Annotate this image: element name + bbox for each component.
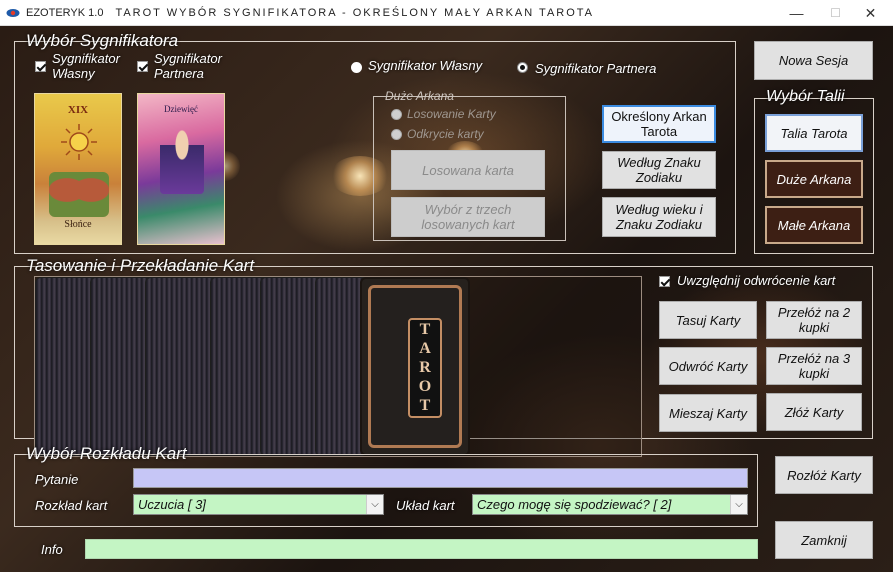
layout-select[interactable]: Czego mogę się spodziewać? [ 2] ⌵	[472, 494, 748, 515]
spread-label: Rozkład kart	[35, 498, 108, 513]
chevron-down-icon[interactable]: ⌵	[730, 495, 747, 514]
by-age-and-zodiac-button[interactable]: Według wieku i Znaku Zodiaku	[602, 197, 716, 237]
card-artwork	[49, 172, 109, 217]
significator-group-title: Wybór Sygnifikatora	[26, 31, 179, 50]
specific-minor-arcana-button[interactable]: Określony Arkan Tarota	[602, 105, 716, 143]
close-window-button[interactable]: ✕	[848, 0, 893, 26]
app-version: EZOTERYK 1.0	[26, 6, 104, 19]
random-card-button[interactable]: Losowana karta	[391, 150, 545, 190]
card-caption: Dziewięć	[164, 104, 198, 114]
tarot-deck-button[interactable]: Talia Tarota	[765, 114, 863, 152]
spread-select[interactable]: Uczucia [ 3] ⌵	[133, 494, 384, 515]
partner-significator-label: Sygnifikator Partnera	[154, 51, 222, 81]
choose-from-three-button[interactable]: Wybór z trzech losowanych kart	[391, 197, 545, 237]
close-app-button[interactable]: Zamknij	[775, 521, 873, 559]
eye-icon	[6, 8, 20, 17]
new-session-button[interactable]: Nowa Sesja	[754, 41, 873, 80]
shuffle-group-title: Tasowanie i Przekładanie Kart	[26, 256, 255, 275]
chevron-down-icon[interactable]: ⌵	[366, 495, 383, 514]
spread-group: Wybór Rozkładu Kart	[14, 444, 758, 527]
window-title-text: TAROT WYBÓR SYGNIFIKATORA - OKREŚLONY MA…	[115, 6, 595, 19]
mix-cards-button[interactable]: Mieszaj Karty	[659, 394, 757, 432]
own-significator-label: Sygnifikator Własny	[52, 51, 120, 81]
spread-select-value: Uczucia [ 3]	[138, 497, 206, 512]
deck-choice-group-title: Wybór Talii	[766, 88, 845, 105]
sun-icon	[61, 124, 97, 160]
reveal-card-radio-label: Odkrycie karty	[407, 127, 484, 141]
include-reversed-label: Uwzględnij odwrócenie kart	[677, 273, 836, 288]
layout-label: Układ kart	[396, 498, 455, 513]
own-significator-checkbox[interactable]	[35, 61, 46, 72]
own-significator-radio[interactable]	[351, 62, 362, 73]
card-caption: Słońce	[64, 219, 92, 230]
lay-out-cards-button[interactable]: Rozłóż Karty	[775, 456, 873, 494]
partner-significator-checkbox[interactable]	[137, 61, 148, 72]
tarot-card-label: TAROT	[416, 320, 434, 416]
partner-significator-card[interactable]: Dziewięć	[137, 93, 225, 245]
draw-card-radio-label: Losowanie Karty	[407, 107, 496, 121]
major-arcana-deck-button[interactable]: Duże Arkana	[765, 160, 863, 198]
info-label: Info	[41, 542, 63, 557]
card-artwork	[160, 124, 204, 194]
layout-select-value: Czego mogę się spodziewać? [ 2]	[477, 497, 672, 512]
title-bar: EZOTERYK 1.0 TAROT WYBÓR SYGNIFIKATORA - …	[0, 0, 893, 26]
main-client-area: Wybór Sygnifikatora Sygnifikator Własny …	[0, 26, 893, 572]
fold-cards-button[interactable]: Złóż Karty	[766, 393, 862, 431]
info-field	[85, 539, 758, 559]
by-zodiac-button[interactable]: Według Znaku Zodiaku	[602, 151, 716, 189]
tarot-lozenge: TAROT	[408, 318, 442, 418]
spread-group-title: Wybór Rozkładu Kart	[26, 444, 187, 463]
major-arcana-group-title: Duże Arkana	[385, 89, 454, 103]
own-significator-card[interactable]: XIX Słońce	[34, 93, 122, 245]
own-significator-radio-label: Sygnifikator Własny	[368, 58, 483, 73]
cut-two-piles-button[interactable]: Przełóż na 2 kupki	[766, 301, 862, 339]
deck-top-card: TAROT	[360, 277, 470, 456]
partner-significator-radio-label: Sygnifikator Partnera	[535, 61, 657, 76]
window-title: EZOTERYK 1.0 TAROT WYBÓR SYGNIFIKATORA - …	[26, 7, 594, 19]
cut-three-piles-button[interactable]: Przełóż na 3 kupki	[766, 347, 862, 385]
card-numeral: XIX	[67, 104, 89, 116]
deck-display[interactable]: TAROT	[34, 276, 642, 457]
question-label: Pytanie	[35, 472, 79, 487]
minor-arcana-deck-button[interactable]: Małe Arkana	[765, 206, 863, 244]
draw-card-radio[interactable]	[391, 109, 402, 120]
shuffle-button[interactable]: Tasuj Karty	[659, 301, 757, 339]
question-input[interactable]	[133, 468, 748, 488]
reveal-card-radio[interactable]	[391, 129, 402, 140]
flip-cards-button[interactable]: Odwróć Karty	[659, 347, 757, 385]
include-reversed-checkbox[interactable]	[659, 276, 670, 287]
partner-significator-radio[interactable]	[517, 62, 528, 73]
